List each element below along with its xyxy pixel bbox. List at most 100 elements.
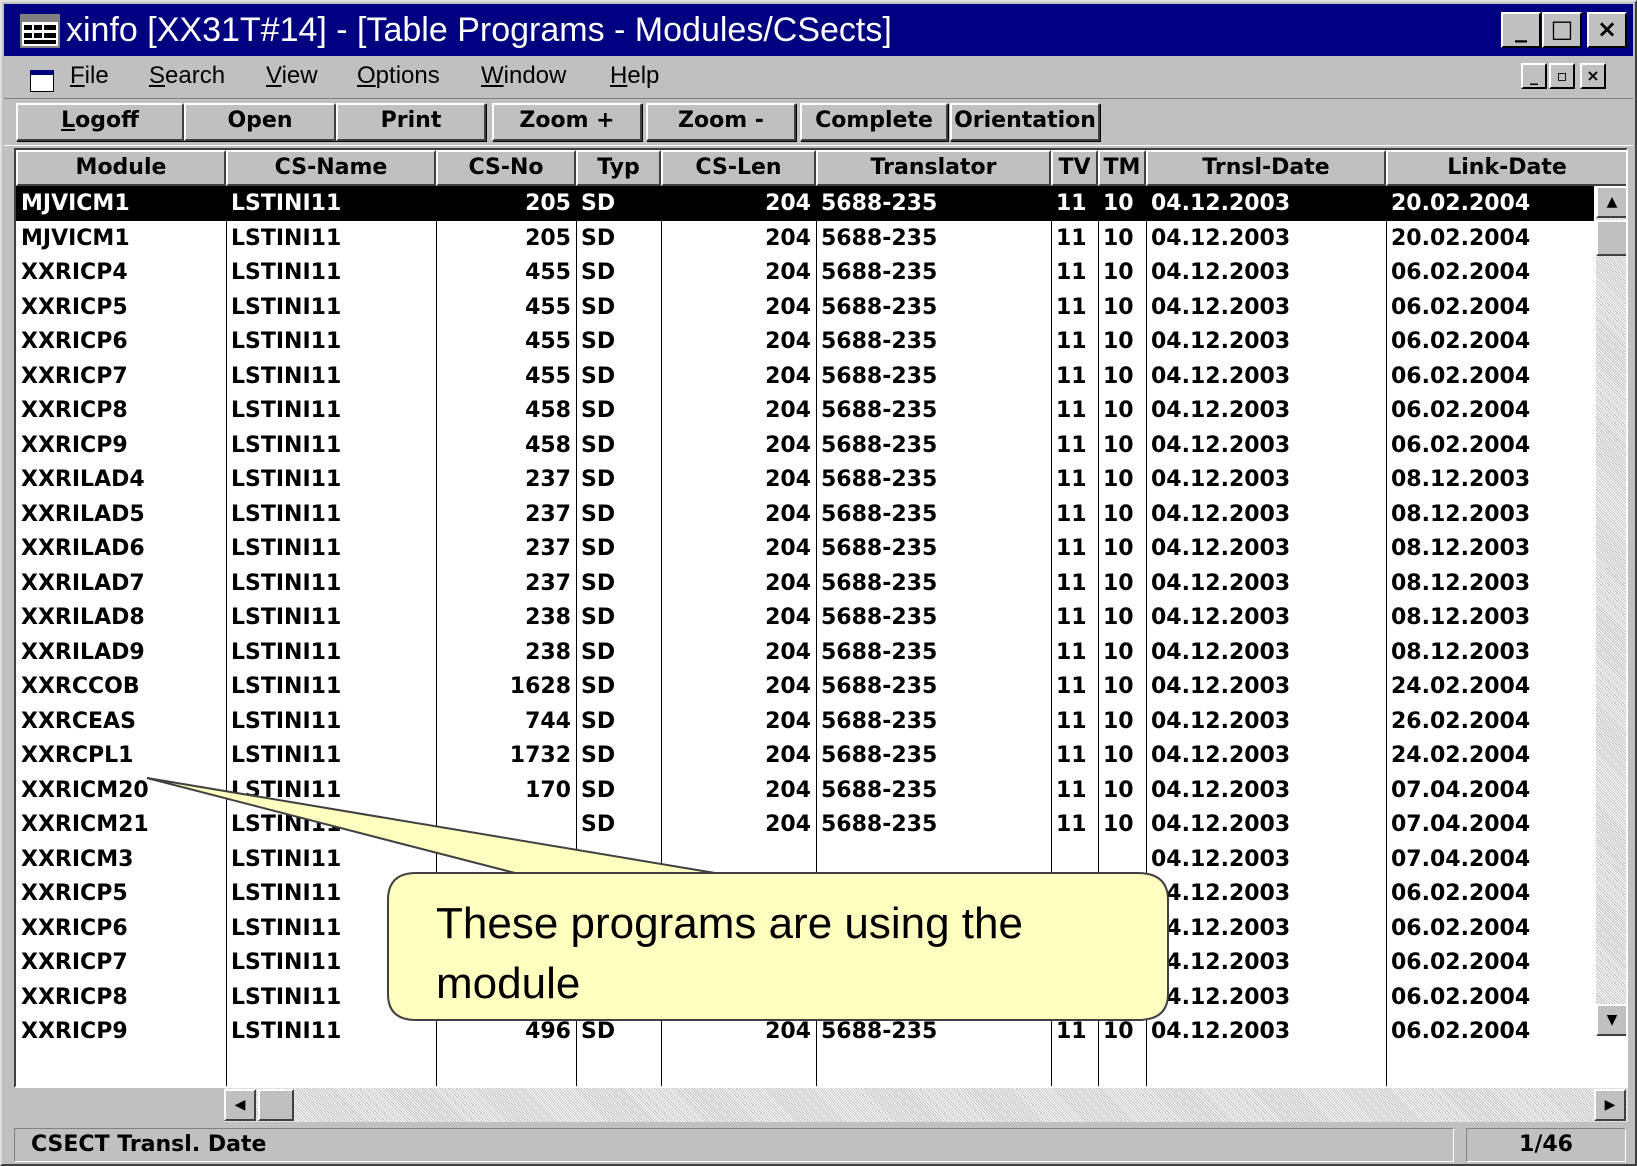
cell-typ: SD [581, 329, 616, 354]
horizontal-scroll-thumb[interactable] [258, 1089, 294, 1121]
table-row[interactable]: MJVICM1 LSTINI11 205 SD 204 5688-235 11 10 04.12… [16, 221, 1594, 256]
column-header-translator[interactable]: Translator [816, 150, 1051, 186]
mdi-minimize-button[interactable]: _ [1521, 63, 1547, 89]
cell-tm: 10 [1103, 639, 1134, 665]
cell-cs-len: 204 [765, 329, 811, 354]
close-button[interactable]: × [1587, 12, 1627, 48]
cell-cs-name: LSTINI11 [231, 743, 342, 768]
cell-tm: 10 [1103, 432, 1134, 458]
cell-trnsl-date: 04.12.2003 [1151, 639, 1291, 665]
cell-module: XXRICM20 [21, 777, 149, 803]
column-header-tv[interactable]: TV [1051, 150, 1098, 186]
table-row[interactable]: XXRILAD6 LSTINI11 237 SD 204 5688-235 11 10 04.1… [16, 531, 1594, 566]
cell-tm: 10 [1103, 467, 1134, 492]
table-row[interactable]: XXRCCOB LSTINI11 1628 SD 204 5688-235 11 10 04.1… [16, 669, 1594, 704]
cell-cs-name: LSTINI11 [231, 501, 342, 527]
zoom-in-button[interactable]: Zoom + [492, 103, 642, 141]
cell-trnsl-date: 04.12.2003 [1151, 398, 1291, 423]
app-icon[interactable] [20, 14, 60, 48]
mdi-restore-button[interactable]: ▫ [1549, 63, 1575, 89]
menu-window[interactable]: Window [481, 60, 566, 92]
logoff-button[interactable]: Logoff [16, 103, 184, 141]
column-header-trnsl-date[interactable]: Trnsl-Date [1146, 150, 1386, 186]
cell-cs-len: 204 [765, 743, 811, 768]
table-row[interactable]: XXRILAD8 LSTINI11 238 SD 204 5688-235 11 10 04.1… [16, 600, 1594, 635]
cell-typ: SD [581, 467, 616, 492]
column-header-tm[interactable]: TM [1098, 150, 1146, 186]
cell-cs-name: LSTINI11 [231, 881, 342, 906]
table-row[interactable]: XXRICP9 LSTINI11 496 SD 204 5688-235 11 10 04.12… [16, 1014, 1594, 1049]
column-header-cs-len[interactable]: CS-Len [661, 150, 816, 186]
table-row[interactable]: XXRICM21 LSTINI11 SD 204 5688-235 11 10 04.12.2… [16, 807, 1594, 842]
column-header-cs-name[interactable]: CS-Name [226, 150, 436, 186]
document-icon[interactable] [30, 70, 54, 92]
column-header-module[interactable]: Module [16, 150, 226, 186]
cell-cs-no [436, 807, 576, 842]
cell-translator: 5688-235 [821, 501, 938, 527]
cell-link-date: 06.02.2004 [1391, 363, 1531, 389]
scroll-up-arrow-icon[interactable]: ▲ [1596, 186, 1626, 218]
cell-trnsl-date: 04.12.2003 [1151, 950, 1291, 975]
cell-tv: 11 [1056, 225, 1087, 251]
cell-cs-len: 204 [765, 708, 811, 734]
cell-translator: 5688-235 [821, 432, 938, 458]
cell-cs-no: 205 [525, 191, 571, 216]
cell-cs-no: 170 [525, 777, 571, 803]
scroll-left-arrow-icon[interactable]: ◀ [224, 1089, 256, 1121]
cell-module: XXRCEAS [21, 708, 136, 734]
print-button[interactable]: Print [336, 103, 486, 141]
table-row[interactable]: XXRICP4 LSTINI11 455 SD 204 5688-235 11 10 04.12… [16, 255, 1594, 290]
table-row[interactable]: XXRICM20 LSTINI11 170 SD 204 5688-235 11 10 04.1… [16, 773, 1594, 808]
cell-translator: 5688-235 [821, 225, 938, 251]
table-row[interactable]: XXRICP6 LSTINI11 455 SD 204 5688-235 11 10 04.12… [16, 324, 1594, 359]
table-row[interactable]: XXRICP5 LSTINI11 455 SD 204 5688-235 11 10 04.12… [16, 290, 1594, 325]
column-header-link-date[interactable]: Link-Date [1386, 150, 1626, 186]
menu-help[interactable]: Help [610, 60, 659, 92]
table-row[interactable]: XXRILAD9 LSTINI11 238 SD 204 5688-235 11 10 04.1… [16, 635, 1594, 670]
menu-view[interactable]: View [266, 60, 318, 92]
table-row[interactable]: XXRCEAS LSTINI11 744 SD 204 5688-235 11 10 04.12… [16, 704, 1594, 739]
menu-file[interactable]: File [70, 60, 109, 92]
cell-trnsl-date: 04.12.2003 [1151, 570, 1291, 596]
table-row-selected[interactable]: MJVICM1 LSTINI11 205 SD 204 5688-235 11 10 04.12… [16, 186, 1594, 221]
vertical-scrollbar[interactable]: ▲ ▼ [1596, 186, 1626, 1036]
menu-options[interactable]: Options [357, 60, 440, 92]
table-row[interactable]: XXRILAD5 LSTINI11 237 SD 204 5688-235 11 10 04.1… [16, 497, 1594, 532]
menu-search[interactable]: Search [149, 60, 225, 92]
cell-cs-len: 204 [765, 812, 811, 837]
column-header-cs-no[interactable]: CS-No [436, 150, 576, 186]
table-row[interactable]: XXRICP8 LSTINI11 458 SD 204 5688-235 11 10 04.12… [16, 393, 1594, 428]
cell-typ: SD [581, 639, 616, 665]
orientation-button[interactable]: Orientation [950, 103, 1100, 141]
complete-button[interactable]: Complete [800, 103, 948, 141]
title-bar[interactable]: xinfo [XX31T#14] - [Table Programs - Mod… [4, 4, 1633, 56]
zoom-out-button[interactable]: Zoom - [646, 103, 796, 141]
scroll-down-arrow-icon[interactable]: ▼ [1596, 1004, 1626, 1036]
column-header-typ[interactable]: Typ [576, 150, 661, 186]
table-row[interactable]: XXRICP9 LSTINI11 458 SD 204 5688-235 11 10 04.12… [16, 428, 1594, 463]
horizontal-scroll-track[interactable] [224, 1088, 1628, 1122]
cell-cs-no: 1732 [509, 743, 571, 768]
cell-module: XXRILAD7 [21, 570, 145, 596]
cell-trnsl-date: 04.12.2003 [1151, 605, 1291, 630]
cell-module: XXRICP9 [21, 432, 128, 458]
maximize-button[interactable]: □ [1542, 12, 1582, 48]
vertical-scroll-thumb[interactable] [1596, 220, 1626, 256]
cell-trnsl-date: 04.12.2003 [1151, 329, 1291, 354]
scroll-right-arrow-icon[interactable]: ▶ [1594, 1089, 1626, 1121]
cell-module: XXRICP8 [21, 984, 128, 1010]
table-row[interactable]: XXRCPL1 LSTINI11 1732 SD 204 5688-235 11 10 04.1… [16, 738, 1594, 773]
table-row[interactable]: XXRICM3 LSTINI11 04.12.2003 07.04.2004 [16, 842, 1594, 877]
cell-cs-len: 204 [765, 536, 811, 561]
cell-typ: SD [581, 363, 616, 389]
cell-cs-no: 237 [525, 467, 571, 492]
open-button[interactable]: Open [184, 103, 336, 141]
status-text: CSECT Transl. Date [14, 1128, 1454, 1162]
minimize-button[interactable]: _ [1501, 12, 1541, 48]
table-row[interactable]: XXRILAD4 LSTINI11 237 SD 204 5688-235 11 10 04.1… [16, 462, 1594, 497]
mdi-close-button[interactable]: × [1580, 63, 1606, 89]
cell-link-date: 06.02.2004 [1391, 984, 1531, 1010]
horizontal-scrollbar[interactable]: ◀ ▶ [14, 1088, 1628, 1122]
table-row[interactable]: XXRILAD7 LSTINI11 237 SD 204 5688-235 11 10 04.1… [16, 566, 1594, 601]
table-row[interactable]: XXRICP7 LSTINI11 455 SD 204 5688-235 11 10 04.12… [16, 359, 1594, 394]
